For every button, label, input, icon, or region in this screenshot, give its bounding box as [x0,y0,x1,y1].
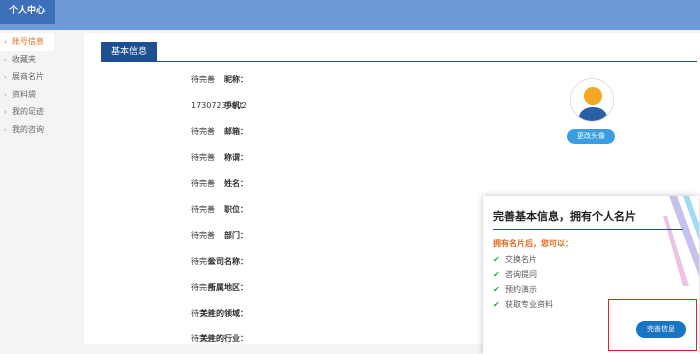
sidebar-item-my-inquiries[interactable]: › 我的咨询 [0,121,54,139]
chevron-right-icon: › [4,125,7,134]
field-value: 17307239902 [191,101,247,110]
field-row-region: 所属地区： 待完善 [84,281,484,295]
sidebar-item-label: 账号信息 [12,37,44,46]
sidebar-item-account-info[interactable]: › 账号信息 [0,33,54,51]
main-panel: 基本信息 昵称： 待完善 手机： 17307239902 邮箱： 待完善 称谓：… [84,33,700,354]
chevron-right-icon: › [4,38,7,46]
chevron-right-icon: › [4,73,7,81]
checkmark-icon: ✔ [493,255,500,264]
field-value: 待完善 [191,153,215,162]
field-row-focus-area: 关注的领域： 待完善 [84,307,484,321]
feature-label: 获取专业资料 [505,300,553,309]
feature-label: 咨询提问 [505,270,537,279]
field-row-department: 部门： 待完善 [84,229,484,243]
field-value: 待完善 [191,309,215,318]
field-row-phone: 手机： 17307239902 [84,99,484,113]
user-avatar-icon [570,78,614,122]
feature-label: 交换名片 [505,255,537,264]
feature-item: ✔ 获取专业资料 [493,299,553,311]
sidebar-item-exhibitor-cards[interactable]: › 展商名片 [0,68,54,86]
field-value: 待完善 [191,179,215,188]
chevron-right-icon: › [4,90,7,99]
checkmark-icon: ✔ [493,285,500,294]
section-header: 基本信息 [101,42,697,62]
sidebar-item-my-footprints[interactable]: › 我的足迹 [0,103,54,121]
chevron-right-icon: › [4,108,7,116]
field-value: 待完善 [191,205,215,214]
sidebar-item-label: 我的咨询 [12,124,44,134]
complete-info-button[interactable]: 完善信息 [636,321,686,338]
sidebar-item-label: 我的足迹 [12,107,44,116]
personal-center-tab[interactable]: 个人中心 [0,0,55,24]
top-bar: 个人中心 [0,0,700,30]
promo-subtitle: 拥有名片后，您可以： [493,239,573,248]
field-row-nickname: 昵称： 待完善 [84,73,484,87]
feature-item: ✔ 交换名片 [493,254,537,266]
sidebar-item-favorites[interactable]: › 收藏夹 [0,51,54,69]
field-value: 待完善 [191,127,215,136]
promo-title: 完善基本信息，拥有个人名片 [493,210,636,223]
field-value: 待完善 [191,283,215,292]
feature-item: ✔ 预约演示 [493,284,537,296]
field-row-position: 职位： 待完善 [84,203,484,217]
change-avatar-button[interactable]: 更改头像 [567,129,615,144]
feature-label: 预约演示 [505,285,537,294]
field-row-company: 公司名称： 待完善 [84,255,484,269]
field-row-name: 姓名： 待完善 [84,177,484,191]
chevron-right-icon: › [4,55,7,64]
field-row-title: 称谓： 待完善 [84,151,484,165]
complete-profile-promo: 完善基本信息，拥有个人名片 拥有名片后，您可以： ✔ 交换名片 ✔ 咨询提问 ✔ 预约… [483,196,699,354]
field-value: 待完善 [191,257,215,266]
divider [493,229,683,230]
sidebar-item-label: 展商名片 [12,72,44,81]
checkmark-icon: ✔ [493,270,500,279]
field-row-email: 邮箱： 待完善 [84,125,484,139]
sidebar-item-label: 资料袋 [12,89,36,99]
sidebar-item-label: 收藏夹 [12,54,36,64]
checkmark-icon: ✔ [493,300,500,309]
section-title: 基本信息 [101,42,157,62]
field-value: 待完善 [191,231,215,240]
feature-item: ✔ 咨询提问 [493,269,537,281]
field-value: 待完善 [191,75,215,84]
decoration-stripes-icon [663,196,699,286]
highlight-frame: 完善信息 [608,299,697,351]
sidebar-item-document-bag[interactable]: › 资料袋 [0,86,54,104]
sidebar: › 账号信息 › 收藏夹 › 展商名片 › 资料袋 › 我的足迹 › 我的咨询 [0,33,54,138]
